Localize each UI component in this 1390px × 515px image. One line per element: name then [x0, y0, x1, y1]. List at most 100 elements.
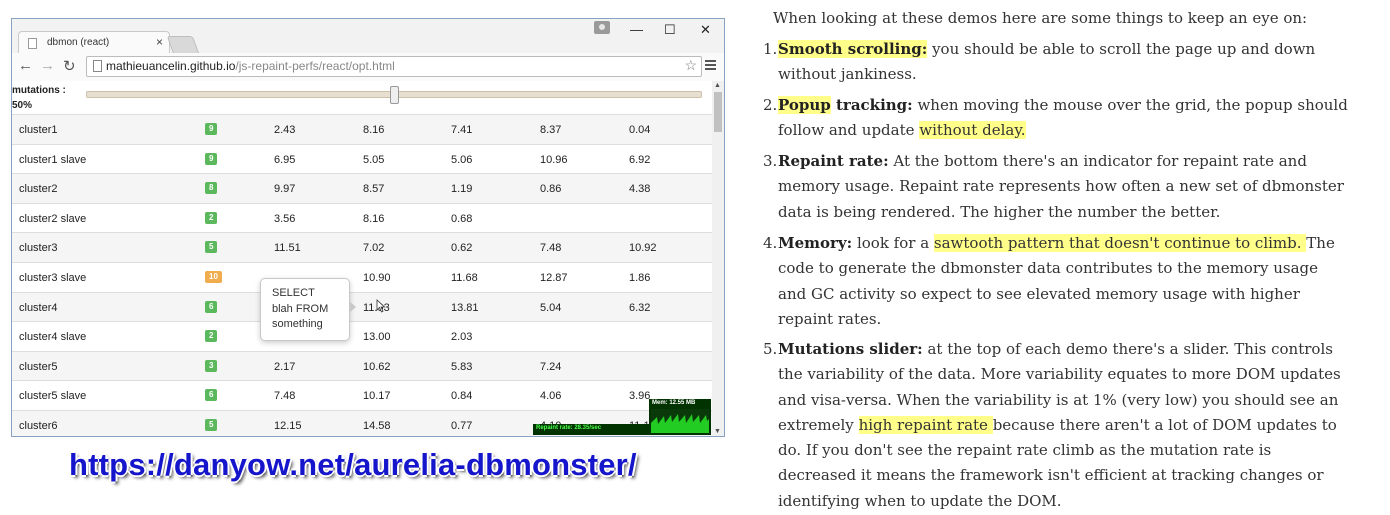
query-count-badge: 8	[205, 182, 218, 195]
table-row[interactable]: cluster1 slave 9 6.95 5.05 5.06 10.96 6.92	[12, 143, 712, 174]
list-item-text: Popup tracking: when moving the mouse ov…	[778, 93, 1348, 144]
forward-arrow-icon[interactable]: →	[40, 57, 55, 74]
slider-thumb[interactable]	[390, 86, 399, 104]
table-row[interactable]: cluster4 6 11.93 13.81 5.04 6.32	[12, 291, 712, 322]
query-time-cell[interactable]: 3.56	[274, 213, 295, 225]
mutations-slider[interactable]	[86, 86, 702, 104]
query-time-cell[interactable]: 9.97	[274, 183, 295, 195]
query-time-cell[interactable]: 10.17	[363, 390, 391, 402]
query-time-cell[interactable]: 5.83	[451, 361, 472, 373]
query-time-cell[interactable]: 3.96	[629, 390, 650, 402]
query-time-cell[interactable]: 0.86	[540, 183, 561, 195]
cluster-name: cluster4 slave	[19, 331, 87, 344]
query-time-cell[interactable]: 8.16	[363, 213, 384, 225]
query-time-cell[interactable]: 2.17	[274, 361, 295, 373]
query-time-cell[interactable]: 8.16	[363, 124, 384, 136]
query-time-cell[interactable]: 8.37	[540, 124, 561, 136]
highlighted-text: Smooth scrolling:	[778, 40, 928, 58]
address-bar[interactable]: mathieuancelin.github.io/js-repaint-perf…	[86, 56, 702, 77]
query-count-badge: 9	[205, 152, 218, 165]
query-time-cell[interactable]: 10.96	[540, 154, 568, 166]
query-time-cell[interactable]: 1.19	[451, 183, 472, 195]
table-row[interactable]: cluster5 slave 6 7.48 10.17 0.84 4.06 3.96	[12, 380, 712, 410]
cluster-name: cluster2	[19, 183, 58, 196]
cluster-name: cluster5 slave	[19, 390, 87, 403]
query-time-cell[interactable]: 0.84	[451, 390, 472, 402]
query-time-cell[interactable]: 11.68	[451, 272, 478, 284]
reload-icon[interactable]: ↻	[63, 57, 76, 75]
table-row[interactable]: cluster5 3 2.17 10.62 5.83 7.24	[12, 350, 712, 381]
query-time-cell[interactable]: 5.04	[540, 302, 561, 314]
query-time-cell[interactable]: 6.32	[629, 302, 650, 314]
bookmark-star-icon[interactable]: ☆	[684, 57, 697, 74]
table-row[interactable]: cluster2 8 9.97 8.57 1.19 0.86 4.38	[12, 173, 712, 203]
table-row[interactable]: cluster4 slave28.6413.002.03	[12, 321, 712, 351]
query-time-cell[interactable]: 7.48	[274, 390, 295, 402]
query-time-cell[interactable]: 10.62	[363, 361, 391, 373]
query-time-cell[interactable]: 10.90	[363, 272, 391, 284]
new-tab-button[interactable]	[166, 36, 200, 54]
list-item-text: Repaint rate: At the bottom there's an i…	[778, 149, 1348, 225]
demo-link[interactable]: https://danyow.net/aurelia-dbmonster/	[69, 447, 637, 483]
close-window-button[interactable]: ✕	[700, 22, 711, 38]
list-item-text: Smooth scrolling: you should be able to …	[778, 37, 1348, 88]
cluster-name: cluster5	[19, 360, 58, 373]
query-time-cell[interactable]: 7.48	[540, 242, 561, 254]
scroll-up-arrow-icon[interactable]: ▲	[714, 82, 721, 89]
query-time-cell[interactable]: 2.03	[451, 331, 472, 343]
query-time-cell[interactable]: 6.95	[274, 154, 295, 166]
query-time-cell[interactable]: 4.06	[540, 390, 561, 402]
browser-tab[interactable]: dbmon (react) ×	[18, 31, 170, 54]
cluster-name: cluster1 slave	[19, 153, 87, 166]
query-time-cell[interactable]: 10.92	[629, 242, 657, 254]
query-count-badge: 5	[205, 241, 218, 254]
text-segment: look for a	[852, 234, 934, 252]
mutations-label-text: mutations :	[12, 85, 66, 96]
url-path: /js-repaint-perfs/react/opt.html	[235, 59, 395, 73]
query-time-cell[interactable]: 0.04	[629, 124, 650, 136]
query-time-cell[interactable]: 8.57	[363, 183, 384, 195]
back-arrow-icon[interactable]: ←	[18, 57, 33, 74]
query-time-cell[interactable]: 0.62	[451, 242, 472, 254]
query-time-cell[interactable]: 12.87	[540, 272, 568, 284]
highlighted-text: sawtooth pattern that doesn't continue t…	[933, 234, 1307, 252]
cluster-name: cluster1	[19, 124, 58, 136]
table-row[interactable]: cluster3 slave 10 10.90 11.68 12.87 1.86	[12, 261, 712, 292]
maximize-button[interactable]: ☐	[664, 22, 676, 38]
query-time-cell[interactable]: 13.81	[451, 302, 479, 314]
table-row[interactable]: cluster2 slave 2 3.56 8.16 0.68	[12, 202, 712, 233]
list-number: 5.	[763, 340, 778, 358]
table-row[interactable]: cluster1 9 2.43 8.16 7.41 8.37 0.04	[12, 114, 712, 144]
query-time-cell[interactable]: 13.00	[363, 331, 391, 343]
vertical-scrollbar[interactable]: ▲ ▼	[712, 81, 724, 436]
query-time-cell[interactable]: 2.43	[274, 124, 295, 136]
query-time-cell[interactable]: 5.05	[363, 154, 384, 166]
query-time-cell[interactable]: 11.51	[274, 242, 301, 254]
query-time-cell[interactable]: 4.38	[629, 183, 650, 195]
cluster-name: cluster6	[19, 419, 58, 432]
query-time-cell[interactable]: 12.15	[274, 420, 302, 432]
query-time-cell[interactable]: 0.68	[451, 213, 472, 225]
minimize-button[interactable]: —	[630, 22, 643, 37]
query-time-cell[interactable]: 7.02	[363, 242, 384, 254]
query-time-cell[interactable]: 14.58	[363, 420, 391, 432]
table-row[interactable]: cluster3 5 11.51 7.02 0.62 7.48 10.92	[12, 232, 712, 262]
repaint-rate-indicator: Repaint rate: 28.35/sec	[533, 424, 649, 435]
memory-monitor: Mem: 12.55 MB	[649, 399, 711, 435]
query-time-cell[interactable]: 5.06	[451, 154, 472, 166]
query-time-cell[interactable]: 7.24	[540, 361, 561, 373]
scrollbar-thumb[interactable]	[714, 92, 722, 132]
query-count-badge: 3	[205, 359, 218, 372]
bold-term: tracking:	[830, 96, 913, 114]
query-time-cell[interactable]: 7.41	[451, 124, 472, 136]
query-time-cell[interactable]: 6.92	[629, 154, 650, 166]
query-time-cell[interactable]: 0.77	[451, 420, 472, 432]
query-count-badge: 5	[205, 418, 218, 431]
profile-icon[interactable]	[594, 21, 610, 34]
browser-toolbar: ← → ↻ mathieuancelin.github.io/js-repain…	[12, 53, 724, 82]
highlighted-text: without delay.	[919, 121, 1026, 140]
query-time-cell[interactable]: 1.86	[629, 272, 650, 284]
tab-close-icon[interactable]: ×	[156, 35, 163, 49]
scroll-down-arrow-icon[interactable]: ▼	[714, 428, 721, 435]
hamburger-menu-icon[interactable]	[705, 60, 716, 71]
